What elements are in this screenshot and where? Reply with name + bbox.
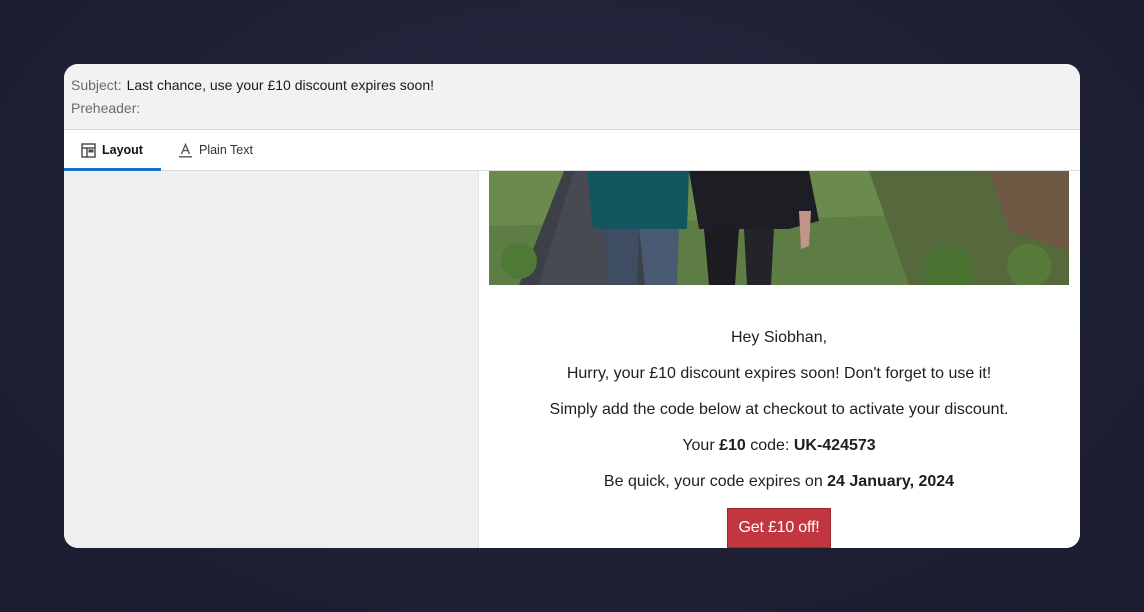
- code-amount: £10: [719, 437, 746, 454]
- text-format-icon: [178, 142, 193, 158]
- instructions-text: Simply add the code below at checkout to…: [549, 401, 1009, 418]
- subject-label: Subject:: [71, 77, 122, 93]
- hero-image: [489, 171, 1069, 285]
- tab-plain-text[interactable]: Plain Text: [161, 130, 271, 170]
- discount-code: UK-424573: [793, 437, 876, 454]
- discount-message: Hurry, your £10 discount expires soon! D…: [566, 365, 992, 382]
- code-line: Your £10 code: UK-424573: [489, 428, 1069, 464]
- code-prefix: Your: [682, 437, 720, 454]
- preheader-row: Preheader:: [71, 99, 1073, 122]
- expiry-prefix: Be quick, your code expires on: [603, 473, 828, 490]
- sidebar-pane: [64, 171, 479, 548]
- email-preview-window: Subject: Last chance, use your £10 discou…: [64, 64, 1080, 548]
- tab-layout-label: Layout: [102, 143, 143, 157]
- email-canvas[interactable]: Hey Siobhan, Hurry, your £10 discount ex…: [479, 171, 1080, 548]
- layout-icon: [81, 142, 96, 158]
- email-body: Hey Siobhan, Hurry, your £10 discount ex…: [489, 285, 1069, 548]
- greeting-text: Hey Siobhan,: [730, 329, 828, 346]
- expiry-date: 24 January, 2024: [827, 473, 955, 490]
- preheader-label: Preheader:: [71, 100, 141, 116]
- preview-content: Hey Siobhan, Hurry, your £10 discount ex…: [64, 171, 1080, 548]
- subject-value: Last chance, use your £10 discount expir…: [126, 77, 435, 93]
- expiry-line: Be quick, your code expires on 24 Januar…: [489, 464, 1069, 500]
- tab-plain-text-label: Plain Text: [198, 143, 253, 157]
- view-tabs: Layout Plain Text: [64, 130, 1080, 171]
- get-discount-button[interactable]: Get £10 off!: [726, 508, 832, 548]
- subject-row: Subject: Last chance, use your £10 discou…: [71, 76, 1073, 99]
- email-meta-header: Subject: Last chance, use your £10 discou…: [64, 64, 1080, 130]
- code-mid: code:: [745, 437, 794, 454]
- tab-layout[interactable]: Layout: [64, 130, 161, 171]
